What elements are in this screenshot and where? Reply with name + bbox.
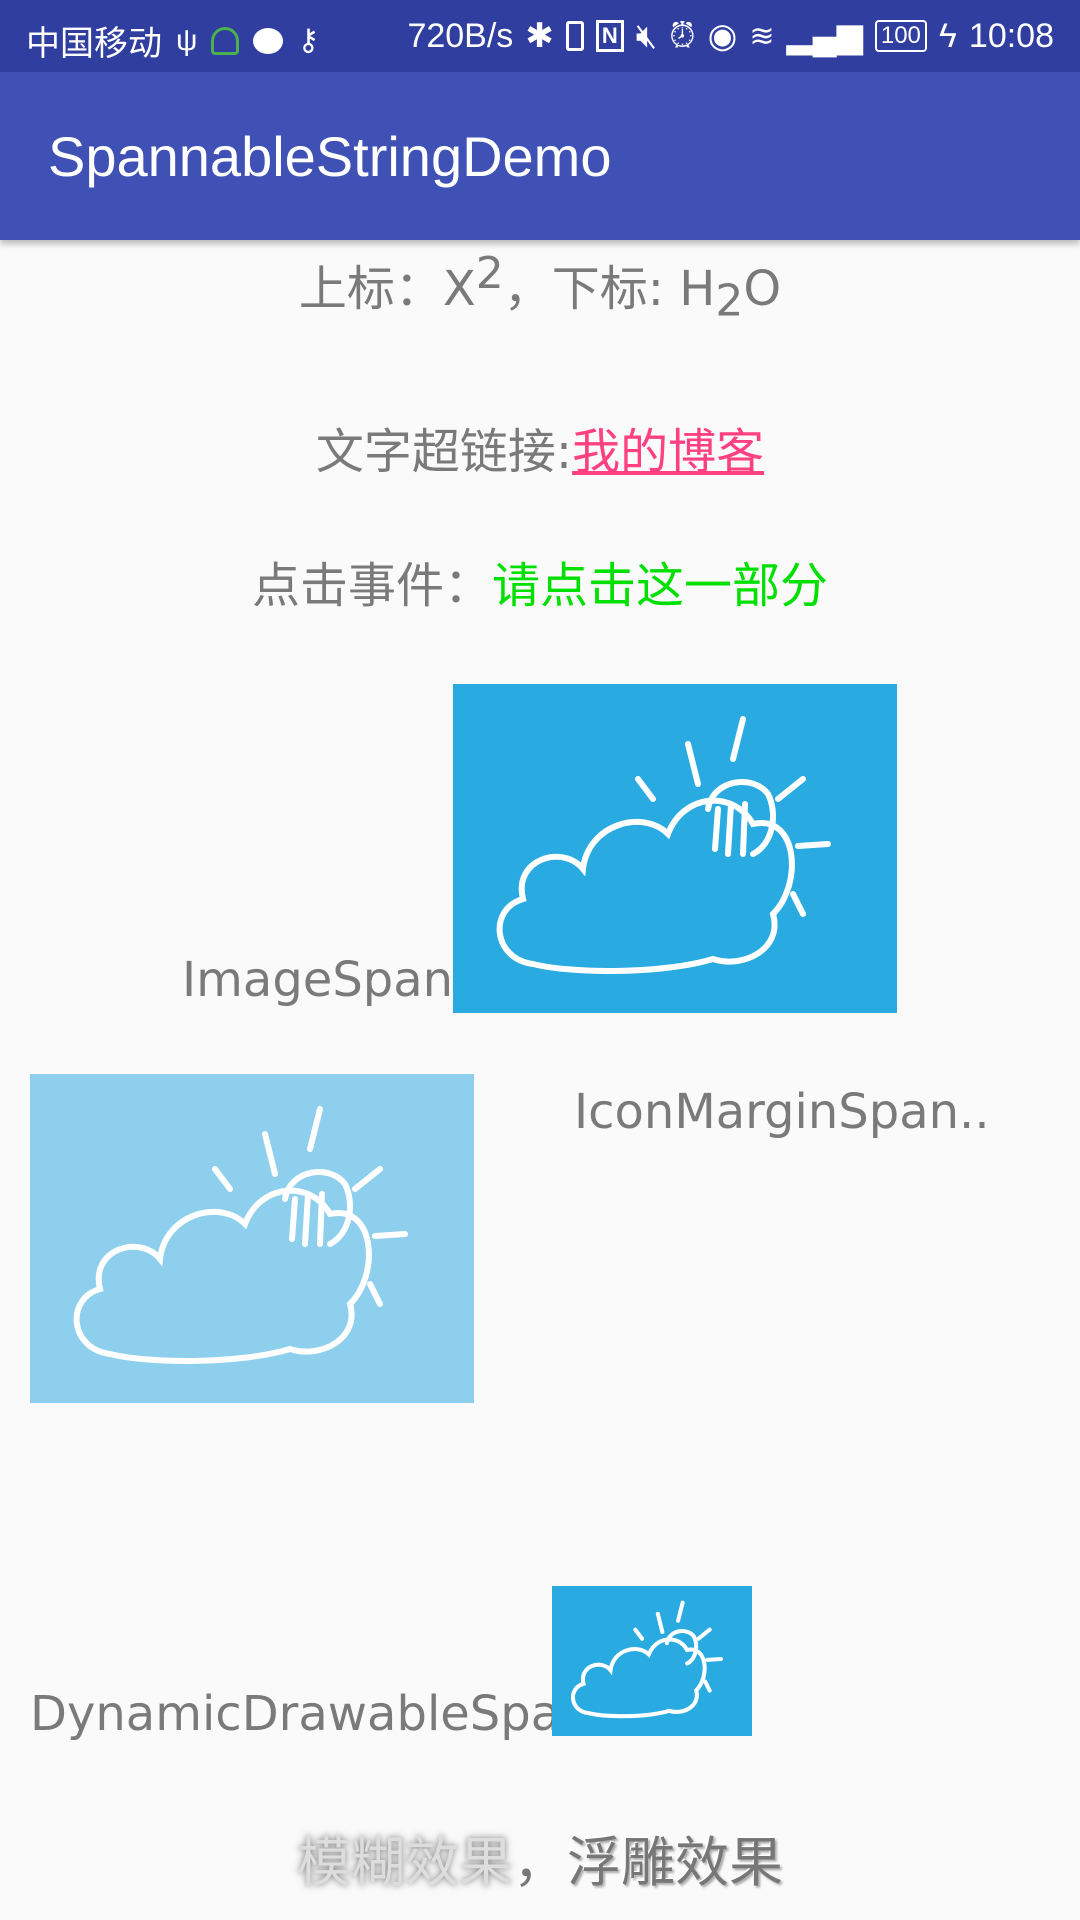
blur-emboss-line: 模糊效果，浮雕效果 <box>0 1818 1080 1897</box>
cloud-sun-image <box>453 684 897 1013</box>
superscript-exponent: 2 <box>475 248 504 299</box>
chat-icon <box>253 27 284 54</box>
separator-text: ， <box>513 1831 567 1894</box>
status-bar-right: 720B/s ✱ N 🔇︎ ⏰︎ ◉ ≋ ▂▄▆ 100 ϟ 10:08 <box>407 16 1054 56</box>
network-speed: 720B/s <box>407 16 514 55</box>
app-bar: SpannableStringDemo <box>0 72 1080 240</box>
superscript-label: 上标： <box>298 261 443 317</box>
hyperlink-label: 文字超链接: <box>315 424 573 480</box>
wifi-icon: ≋ <box>749 19 775 53</box>
click-event-line: 点击事件：请点击这一部分 <box>0 546 1080 616</box>
usb-icon: ψ <box>176 23 198 57</box>
dynamic-drawable-label: DynamicDrawableSpa <box>30 1686 561 1742</box>
cloud-sun-icon <box>496 716 831 974</box>
headset-icon <box>211 26 240 55</box>
emboss-text: 浮雕效果 <box>567 1831 783 1894</box>
subscript-number: 2 <box>715 275 744 327</box>
eye-icon: ◉ <box>707 17 738 55</box>
image-span-label: ImageSpan <box>182 952 454 1008</box>
superscript-base: X <box>442 261 476 317</box>
subscript-tail: O <box>743 261 782 317</box>
bluetooth-icon: ✱ <box>525 17 554 55</box>
nfc-icon: N <box>595 20 624 52</box>
blur-text: 模糊效果 <box>297 1831 513 1894</box>
cloud-sun-icon <box>571 1600 723 1719</box>
hyperlink-line: 文字超链接:我的博客 <box>0 412 1080 482</box>
app-title: SpannableStringDemo <box>48 125 612 188</box>
clickable-span[interactable]: 请点击这一部分 <box>492 558 828 614</box>
key-icon: ⚷ <box>297 24 320 57</box>
click-event-label: 点击事件： <box>251 558 492 614</box>
dynamic-drawable-image <box>552 1586 752 1736</box>
subscript-label: ，下标: H <box>503 261 716 317</box>
blog-link[interactable]: 我的博客 <box>572 424 764 480</box>
mute-icon: 🔇︎ <box>635 16 658 55</box>
cloud-sun-icon <box>73 1106 408 1364</box>
status-bar: 中国移动 ψ ⚷ 720B/s ✱ N 🔇︎ ⏰︎ ◉ ≋ ▂▄▆ 100 ϟ … <box>0 0 1080 72</box>
icon-margin-image <box>30 1074 474 1403</box>
alarm-icon: ⏰︎ <box>669 16 696 55</box>
status-bar-left: 中国移动 ψ ⚷ <box>26 16 319 65</box>
battery-icon: 100 <box>874 20 927 52</box>
charging-icon: ϟ <box>938 16 957 55</box>
superscript-subscript-line: 上标：X2，下标: H2O <box>0 248 1080 327</box>
carrier-label: 中国移动 <box>26 25 162 63</box>
signal-icon: ▂▄▆ <box>786 17 863 55</box>
icon-margin-label: IconMarginSpan.. <box>574 1084 990 1140</box>
clock: 10:08 <box>968 16 1054 55</box>
vibrate-icon <box>565 21 584 51</box>
